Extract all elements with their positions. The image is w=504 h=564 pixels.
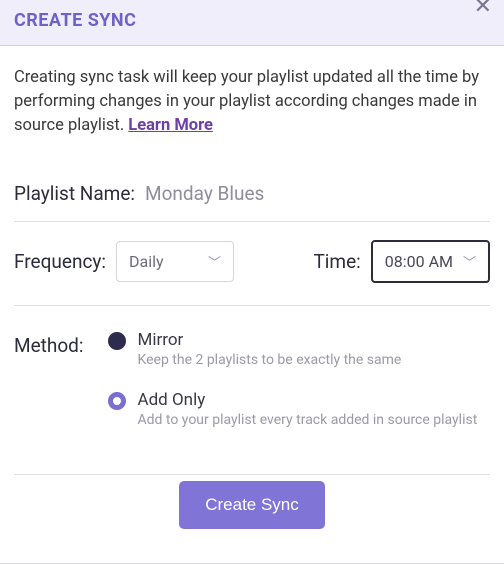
time-select[interactable]: 08:00 AM ﹀ — [371, 240, 490, 283]
method-option-desc: Add to your playlist every track added i… — [138, 412, 478, 428]
method-option-title: Mirror — [138, 330, 402, 350]
create-sync-button[interactable]: Create Sync — [179, 481, 325, 529]
chevron-down-icon: ﹀ — [208, 252, 221, 271]
method-option-mirror[interactable]: Mirror Keep the 2 playlists to be exactl… — [108, 330, 491, 368]
method-label: Method: — [14, 330, 84, 450]
method-options: Mirror Keep the 2 playlists to be exactl… — [108, 330, 491, 450]
learn-more-link[interactable]: Learn More — [128, 116, 213, 135]
playlist-name-value: Monday Blues — [145, 182, 264, 205]
dialog-title: CREATE SYNC — [14, 10, 490, 31]
radio-icon — [108, 332, 126, 350]
method-option-title: Add Only — [138, 390, 478, 410]
time-value: 08:00 AM — [385, 252, 453, 271]
playlist-name-label: Playlist Name: — [14, 182, 135, 205]
method-option-text: Add Only Add to your playlist every trac… — [138, 390, 478, 428]
frequency-value: Daily — [129, 252, 164, 271]
method-option-text: Mirror Keep the 2 playlists to be exactl… — [138, 330, 402, 368]
intro-text: Creating sync task will keep your playli… — [14, 66, 490, 138]
method-section: Method: Mirror Keep the 2 playlists to b… — [14, 306, 490, 474]
dialog-header: CREATE SYNC ✕ — [0, 0, 504, 46]
chevron-down-icon: ﹀ — [463, 252, 476, 271]
time-label: Time: — [313, 250, 360, 273]
dialog-body: Creating sync task will keep your playli… — [0, 46, 504, 561]
method-option-desc: Keep the 2 playlists to be exactly the s… — [138, 352, 402, 368]
frequency-label: Frequency: — [14, 250, 106, 273]
frequency-time-row: Frequency: Daily ﹀ Time: 08:00 AM ﹀ — [14, 222, 490, 305]
frequency-select[interactable]: Daily ﹀ — [116, 241, 234, 282]
radio-icon — [108, 392, 126, 410]
method-option-add-only[interactable]: Add Only Add to your playlist every trac… — [108, 390, 491, 428]
dialog-footer: Create Sync — [14, 475, 490, 541]
close-icon[interactable]: ✕ — [474, 0, 492, 18]
playlist-name-row: Playlist Name: Monday Blues — [14, 166, 490, 221]
intro-copy: Creating sync task will keep your playli… — [14, 68, 479, 135]
